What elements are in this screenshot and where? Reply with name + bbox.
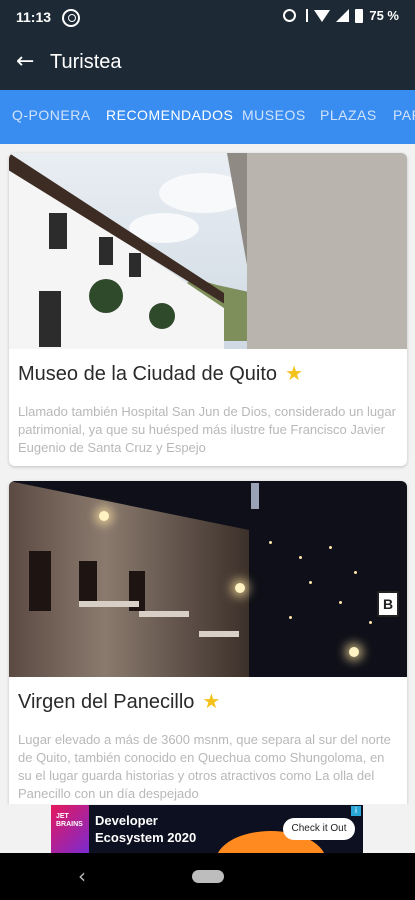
home-pill-icon[interactable] [192, 870, 224, 883]
star-icon[interactable]: ★ [285, 363, 303, 385]
bluetooth-icon [302, 9, 309, 22]
status-bar: 11:13 75 % [0, 0, 415, 36]
tab-plazas[interactable]: PLAZAS [320, 107, 377, 123]
whatsapp-icon [62, 9, 80, 27]
adchoices-icon[interactable]: i [351, 806, 361, 816]
place-title: Virgen del Panecillo ★ [18, 689, 220, 714]
place-card[interactable]: Museo de la Ciudad de Quito ★ Llamado tam… [9, 153, 407, 466]
tab-museos[interactable]: MUSEOS [242, 107, 306, 123]
place-title: Museo de la Ciudad de Quito ★ [18, 361, 303, 386]
battery-icon [355, 8, 364, 23]
tab-parques[interactable]: PAR [393, 107, 415, 123]
app-title: Turistea [50, 51, 122, 73]
place-photo: B [9, 481, 407, 677]
logo-text: JET BRAINS [56, 813, 83, 828]
parking-sign: B [377, 591, 399, 617]
place-photo [9, 153, 407, 349]
ad-cta-button[interactable]: Check it Out [283, 818, 355, 840]
status-time: 11:13 [16, 9, 52, 25]
system-nav-bar: ‹ [0, 853, 415, 900]
battery-percent: 75 % [369, 8, 399, 23]
places-list: Museo de la Ciudad de Quito ★ Llamado tam… [0, 144, 415, 804]
place-title-text: Virgen del Panecillo [18, 691, 195, 713]
wifi-icon [314, 9, 331, 22]
ad-headline: Developer Ecosystem 2020 [95, 813, 197, 845]
signal-icon [336, 9, 350, 22]
chevron-left-icon[interactable]: ‹ [78, 866, 86, 886]
ad-banner[interactable]: JET BRAINS Developer Ecosystem 2020 Chec… [51, 805, 363, 853]
app-bar: ← Turistea [0, 36, 415, 90]
place-description: Llamado también Hospital San Jun de Dios… [18, 404, 396, 455]
star-icon[interactable]: ★ [202, 691, 220, 713]
status-icons: 75 % [283, 8, 399, 23]
category-tabs: Q-PONERA RECOMENDADOS MUSEOS PLAZAS PAR [0, 90, 415, 144]
tab-recomendados[interactable]: RECOMENDADOS [106, 107, 233, 123]
place-title-text: Museo de la Ciudad de Quito [18, 363, 278, 385]
jetbrains-logo: JET BRAINS [51, 805, 89, 853]
place-description: Lugar elevado a más de 3600 msnm, que se… [18, 732, 391, 801]
tab-q-ponera[interactable]: Q-PONERA [12, 107, 91, 123]
place-card[interactable]: B Virgen del Panecillo ★ Lugar elevado a … [9, 481, 407, 804]
arrow-left-icon[interactable]: ← [16, 50, 40, 74]
alarm-icon [283, 9, 297, 22]
